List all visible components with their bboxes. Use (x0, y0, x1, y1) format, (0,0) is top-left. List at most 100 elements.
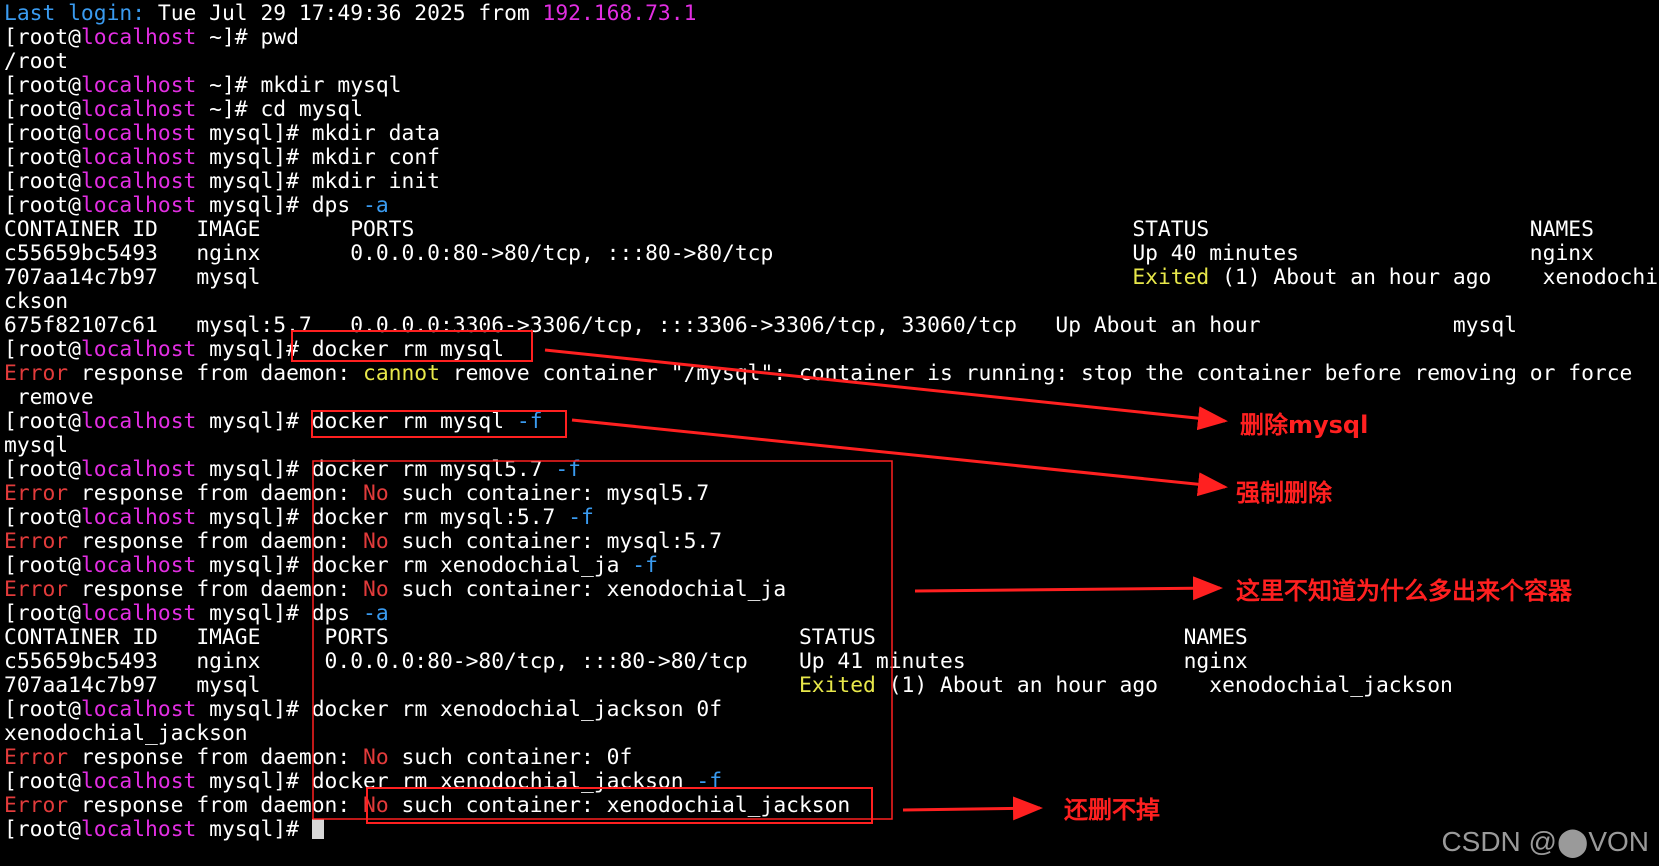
terminal-text: Error (4, 793, 69, 818)
terminal-text: [root@ (4, 457, 81, 482)
terminal-text: -f (568, 505, 594, 530)
terminal-line: Error response from daemon: No such cont… (4, 746, 1659, 770)
terminal-text: -f (632, 553, 658, 578)
annotation-force-delete: 强制删除 (1236, 479, 1332, 507)
terminal-line: [root@localhost mysql]# dps -a (4, 194, 1659, 218)
terminal-text: such container: mysql5.7 (388, 481, 710, 506)
terminal-text: localhost (80, 769, 197, 794)
terminal-text: such container: xenodochial_ja (388, 577, 787, 602)
terminal-text: No (363, 577, 389, 602)
terminal-text: response from daemon: (68, 745, 364, 770)
terminal-line: /root (4, 50, 1659, 74)
terminal-text: 192.168.73.1 (542, 1, 697, 26)
terminal-text: -f (516, 409, 543, 434)
terminal-text: ~]# pwd (196, 25, 299, 50)
terminal-line: [root@localhost mysql]# docker rm mysql (4, 338, 1659, 362)
terminal-text: localhost (80, 121, 197, 146)
terminal-text: localhost (80, 409, 197, 434)
terminal-text: [root@ (4, 145, 81, 170)
terminal-cursor (311, 819, 324, 839)
terminal-text: mysql]# docker rm xenodochial_ja (196, 553, 633, 578)
terminal-text: Error (4, 529, 69, 554)
terminal-text: response from daemon: (68, 361, 364, 386)
terminal-text: such container: 0f (388, 745, 633, 770)
terminal-text: CONTAINER ID IMAGE PORTS STATUS NAMES (4, 217, 1594, 242)
terminal-text: Exited (1132, 265, 1210, 290)
terminal-line: [root@localhost mysql]# mkdir data (4, 122, 1659, 146)
terminal-output[interactable]: Last login: Tue Jul 29 17:49:36 2025 fro… (4, 2, 1659, 866)
terminal-text: mysql]# mkdir conf (196, 145, 440, 170)
terminal-line: Error response from daemon: No such cont… (4, 794, 1659, 818)
terminal-text: mysql]# docker rm xenodochial_jackson (196, 769, 697, 794)
terminal-text: mysql (4, 433, 69, 458)
terminal-text: localhost (80, 73, 197, 98)
terminal-text: localhost (80, 457, 197, 482)
terminal-text: ~]# mkdir mysql (196, 73, 402, 98)
terminal-text: (1) About an hour ago xenodochial_jackso… (875, 673, 1453, 698)
terminal-text: Last login: (4, 1, 158, 26)
terminal-text: [root@ (4, 97, 81, 122)
terminal-line: [root@localhost mysql]# docker rm mysql … (4, 410, 1659, 434)
terminal-text: localhost (80, 193, 197, 218)
terminal-line: [root@localhost mysql]# docker rm xenodo… (4, 770, 1659, 794)
terminal-text: [root@ (4, 121, 81, 146)
terminal-text: [root@ (4, 697, 81, 722)
terminal-text: mysql]# docker rm xenodochial_jackson 0f (196, 697, 723, 722)
terminal-line: remove (4, 386, 1659, 410)
terminal-text: 675f82107c61 mysql:5.7 0.0.0.0:3306->330… (4, 313, 1517, 338)
annotation-extra-container: 这里不知道为什么多出来个容器 (1236, 577, 1572, 605)
terminal-text: localhost (80, 817, 197, 842)
terminal-text: localhost (80, 169, 197, 194)
terminal-text: mysql]# docker rm mysql:5.7 (196, 505, 569, 530)
terminal-text: mysql]# docker rm mysql5.7 (196, 457, 556, 482)
terminal-line: 707aa14c7b97 mysql Exited (1) About an h… (4, 266, 1659, 290)
terminal-text: response from daemon: (68, 481, 364, 506)
terminal-text: [root@ (4, 505, 81, 530)
terminal-text: localhost (80, 145, 197, 170)
terminal-text: Error (4, 745, 69, 770)
annotation-cannot-delete: 还删不掉 (1064, 796, 1160, 824)
terminal-text: mysql]# dps (196, 193, 364, 218)
terminal-text: c55659bc5493 nginx 0.0.0.0:80->80/tcp, :… (4, 241, 1594, 266)
terminal-text: Tue Jul 29 17:49:36 2025 from (157, 1, 543, 26)
terminal-text: -f (696, 769, 723, 794)
terminal-text: mysql]# mkdir init (196, 169, 440, 194)
terminal-text: ckson (4, 289, 69, 314)
terminal-text: cannot (363, 361, 440, 386)
terminal-text: response from daemon: (68, 529, 364, 554)
terminal-line: [root@localhost ~]# cd mysql (4, 98, 1659, 122)
terminal-text: localhost (80, 337, 197, 362)
terminal-text: /root (4, 49, 69, 74)
terminal-line: [root@localhost mysql]# mkdir init (4, 170, 1659, 194)
terminal-line: [root@localhost mysql]# docker rm mysql:… (4, 506, 1659, 530)
terminal-line: 675f82107c61 mysql:5.7 0.0.0.0:3306->330… (4, 314, 1659, 338)
terminal-line: [root@localhost mysql]# docker rm mysql5… (4, 458, 1659, 482)
terminal-text: mysql]# docker rm mysql (196, 409, 517, 434)
terminal-line: [root@localhost mysql]# mkdir conf (4, 146, 1659, 170)
terminal-text: [root@ (4, 553, 81, 578)
terminal-text: xenodochial_jackson (4, 721, 248, 746)
csdn-watermark: CSDN @⬤VON (1441, 826, 1649, 857)
terminal-text: Exited (798, 673, 876, 698)
terminal-line: xenodochial_jackson (4, 722, 1659, 746)
terminal-text: mysql]# dps (196, 601, 364, 626)
terminal-text: mysql]# docker rm mysql (196, 337, 505, 362)
terminal-text: [root@ (4, 817, 81, 842)
terminal-text: No (363, 745, 389, 770)
terminal-text: [root@ (4, 193, 81, 218)
terminal-text: localhost (80, 97, 197, 122)
terminal-text: localhost (80, 505, 197, 530)
terminal-line: c55659bc5493 nginx 0.0.0.0:80->80/tcp, :… (4, 650, 1659, 674)
terminal-text: remove container "/mysql": container is … (439, 361, 1633, 386)
terminal-text: 707aa14c7b97 mysql (4, 673, 799, 698)
terminal-text: (1) About an hour ago xenodochial_ja (1222, 265, 1659, 290)
terminal-line: 707aa14c7b97 mysql Exited (1) About an h… (4, 674, 1659, 698)
terminal-text: No (363, 793, 389, 818)
terminal-text: 707aa14c7b97 mysql (4, 265, 1133, 290)
terminal-text: [root@ (4, 73, 81, 98)
terminal-text: -a (363, 193, 389, 218)
terminal-line: c55659bc5493 nginx 0.0.0.0:80->80/tcp, :… (4, 242, 1659, 266)
terminal-line: CONTAINER ID IMAGE PORTS STATUS NAMES (4, 218, 1659, 242)
terminal-line: mysql (4, 434, 1659, 458)
terminal-text: such container: mysql:5.7 (388, 529, 723, 554)
